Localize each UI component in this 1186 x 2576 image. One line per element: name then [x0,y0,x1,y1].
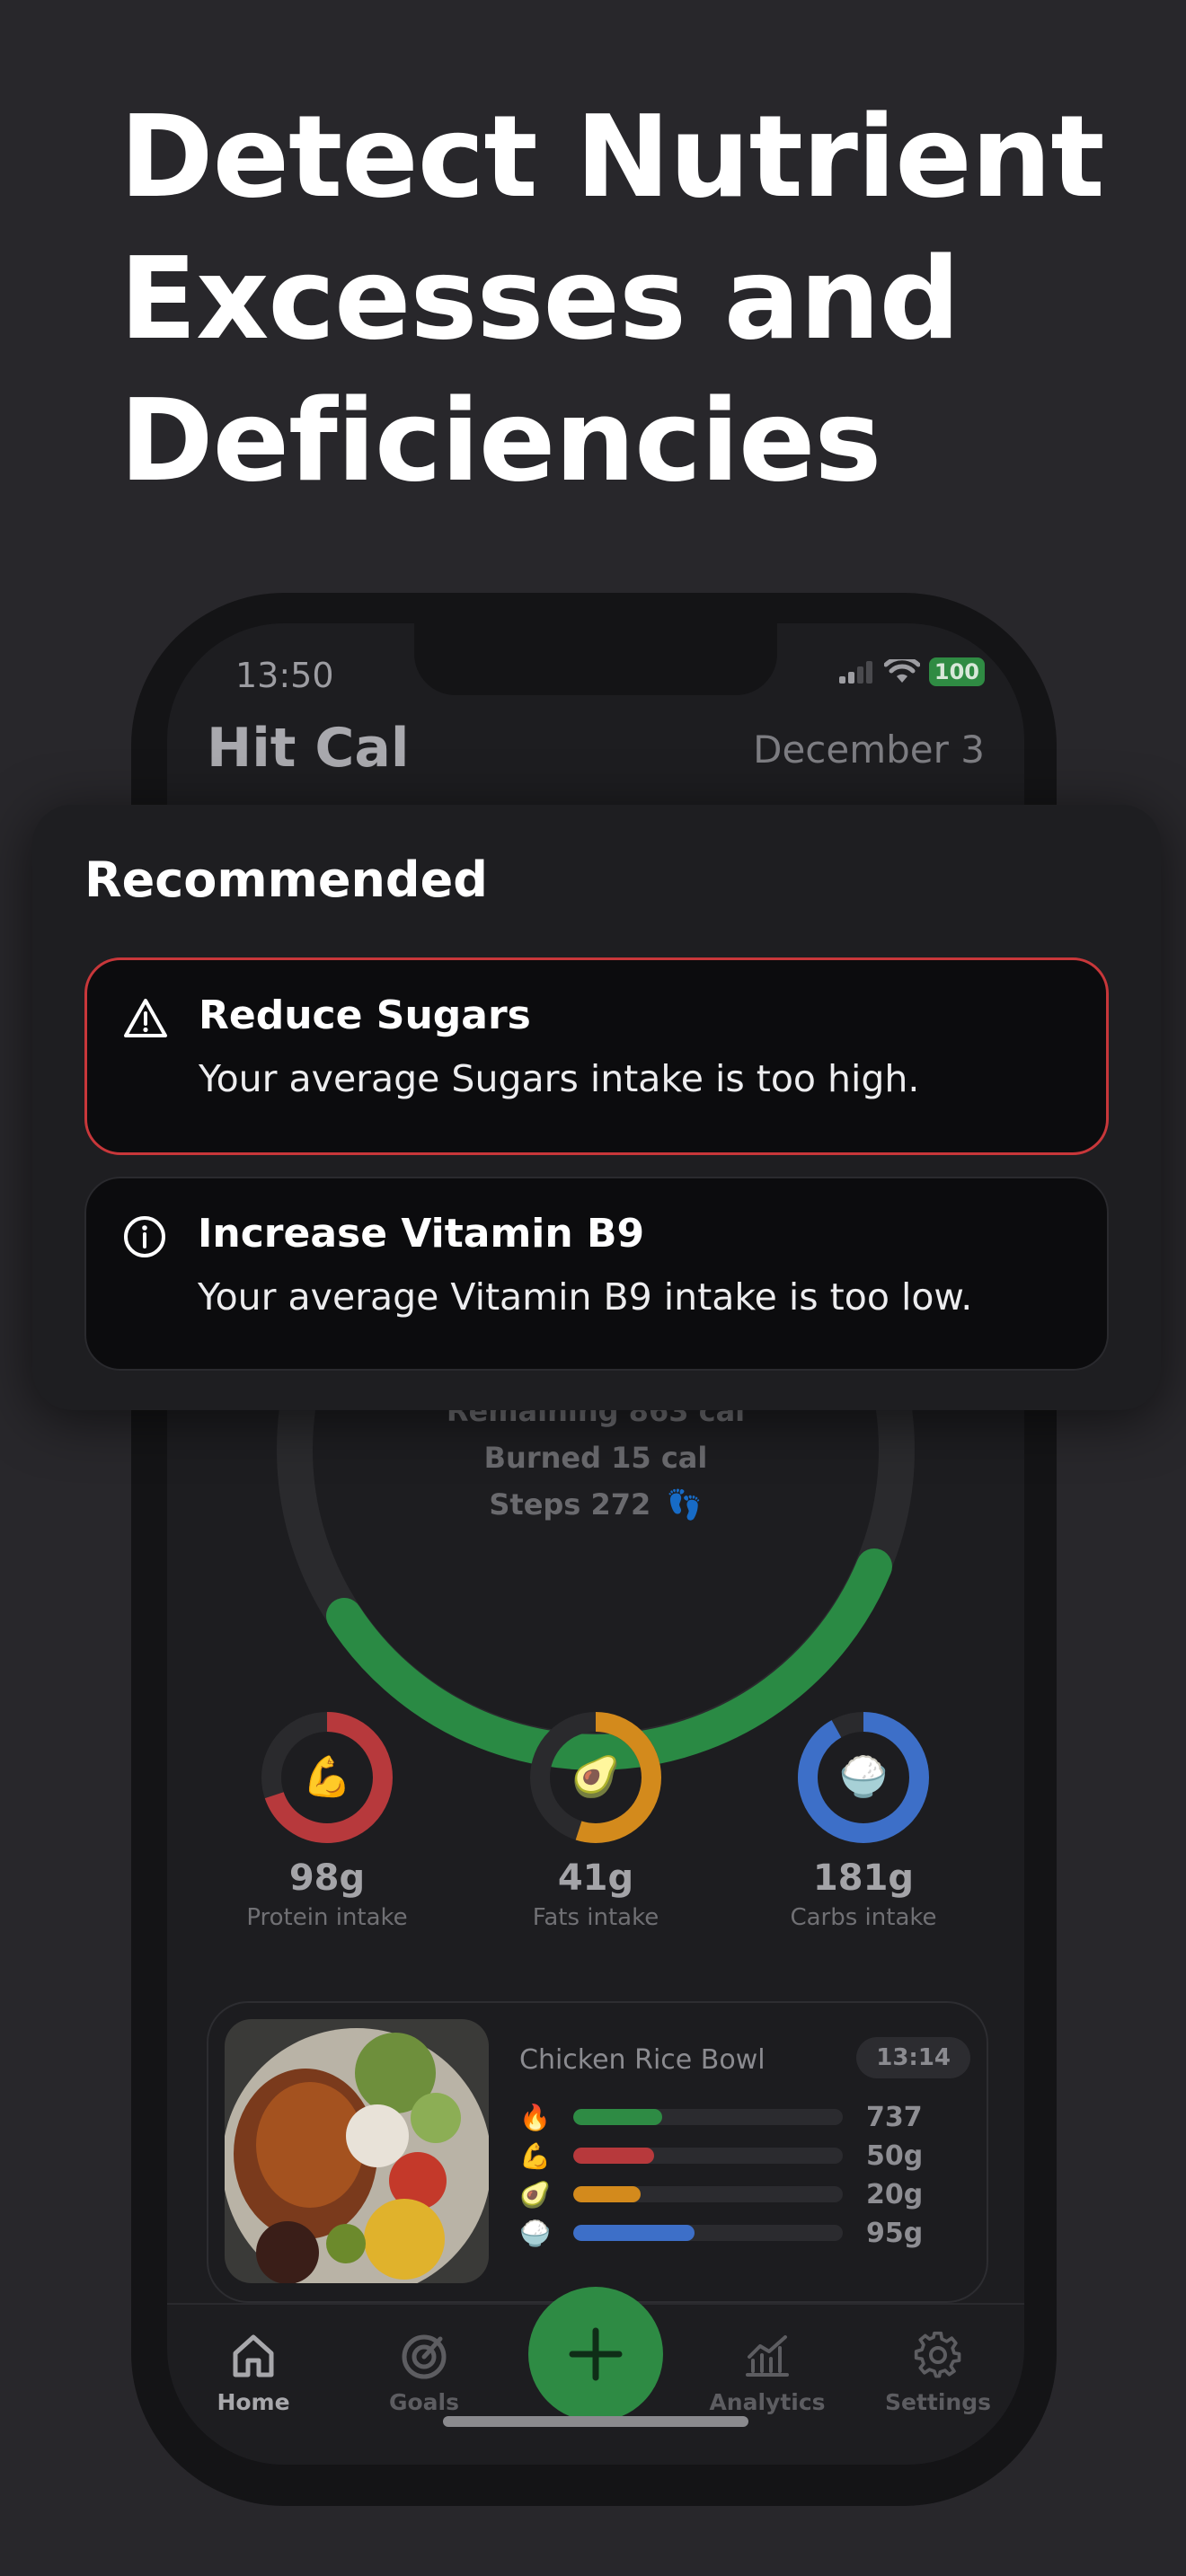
signal-icon [838,661,872,684]
meal-name: Chicken Rice Bowl [519,2044,766,2076]
recommendation-reduce-sugars[interactable]: Reduce Sugars Your average Sugars intake… [84,957,1109,1155]
tab-settings-label: Settings [884,2389,991,2415]
meal-time-badge: 13:14 [856,2037,970,2078]
muscle-icon: 💪 [302,1754,352,1800]
meal-nutrient-fats: 🥑 20g [519,2179,923,2210]
headline: Detect Nutrient Excesses and Deficiencie… [119,86,1153,512]
avocado-icon: 🥑 [571,1754,621,1800]
add-meal-button[interactable] [528,2287,663,2422]
status-time: 13:50 [235,656,334,695]
plus-icon [569,2327,623,2381]
recommendation-message: Your average Sugars intake is too high. [199,1057,920,1100]
macro-protein[interactable]: 💪 98g Protein intake [210,1710,444,1931]
home-icon [233,2334,274,2378]
burned-calories: Burned 15 cal [483,1441,708,1475]
fats-label: Fats intake [532,1904,659,1931]
app-title: Hit Cal [207,717,410,780]
avocado-icon: 🥑 [519,2179,551,2210]
calories-amount: 737 [866,2101,923,2133]
headline-line-1: Detect Nutrient [119,91,1105,223]
carbs-bar [573,2225,843,2241]
fats-value: 41g [557,1857,634,1899]
tab-goals-label: Goals [388,2389,459,2415]
protein-amount: 50g [866,2139,924,2172]
tab-settings[interactable]: Settings [875,2328,1001,2415]
meal-nutrient-carbs: 🍚 95g [519,2217,924,2249]
status-icons: 100 [838,657,985,686]
rice-icon: 🍚 [519,2218,551,2248]
recommendation-title: Increase Vitamin B9 [198,1211,645,1257]
headline-line-3: Deficiencies [119,375,881,507]
recommended-panel: Recommended Reduce Sugars Your average S… [32,805,1161,1410]
macro-fats[interactable]: 🥑 41g Fats intake [479,1710,712,1931]
meal-card[interactable]: Chicken Rice Bowl 13:14 🔥 737 💪 50g 🥑 20… [207,2001,988,2303]
tab-analytics[interactable]: Analytics [704,2328,830,2415]
headline-line-2: Excesses and [119,233,960,365]
fire-icon: 🔥 [519,2102,551,2132]
tab-analytics-label: Analytics [709,2389,826,2415]
notch [414,623,777,695]
rice-icon: 🍚 [838,1754,889,1800]
battery-indicator: 100 [928,657,985,686]
recommended-title: Recommended [84,851,488,908]
carbs-amount: 95g [866,2217,924,2249]
tab-bar: Home Goals Analytics Settings [167,2287,1024,2465]
meal-nutrient-protein: 💪 50g [519,2139,924,2172]
gear-icon [914,2331,961,2378]
calories-bar [573,2109,843,2125]
warning-icon [124,999,167,1037]
tab-goals[interactable]: Goals [361,2328,487,2415]
protein-bar [573,2148,843,2164]
analytics-icon [746,2335,789,2377]
recommendation-title: Reduce Sugars [199,992,531,1038]
info-icon [124,1216,165,1257]
macro-carbs[interactable]: 🍚 181g Carbs intake [747,1710,980,1931]
app-date[interactable]: December 3 [753,728,985,772]
recommendation-message: Your average Vitamin B9 intake is too lo… [198,1275,973,1319]
steps-count: Steps 272 👣 [489,1487,703,1522]
recommendation-increase-vitamin-b9[interactable]: Increase Vitamin B9 Your average Vitamin… [84,1177,1109,1371]
goals-icon [402,2334,447,2379]
meal-nutrient-calories: 🔥 737 [519,2101,923,2133]
carbs-label: Carbs intake [790,1904,937,1931]
muscle-icon: 💪 [519,2140,551,2171]
carbs-value: 181g [812,1857,915,1899]
tab-home[interactable]: Home [190,2328,316,2415]
fats-amount: 20g [866,2178,924,2210]
protein-label: Protein intake [246,1904,408,1931]
protein-value: 98g [288,1857,366,1899]
fats-bar [573,2186,843,2202]
tab-home-label: Home [217,2389,290,2415]
wifi-icon [883,659,920,683]
home-indicator [443,2416,748,2427]
meal-photo [225,2019,489,2283]
